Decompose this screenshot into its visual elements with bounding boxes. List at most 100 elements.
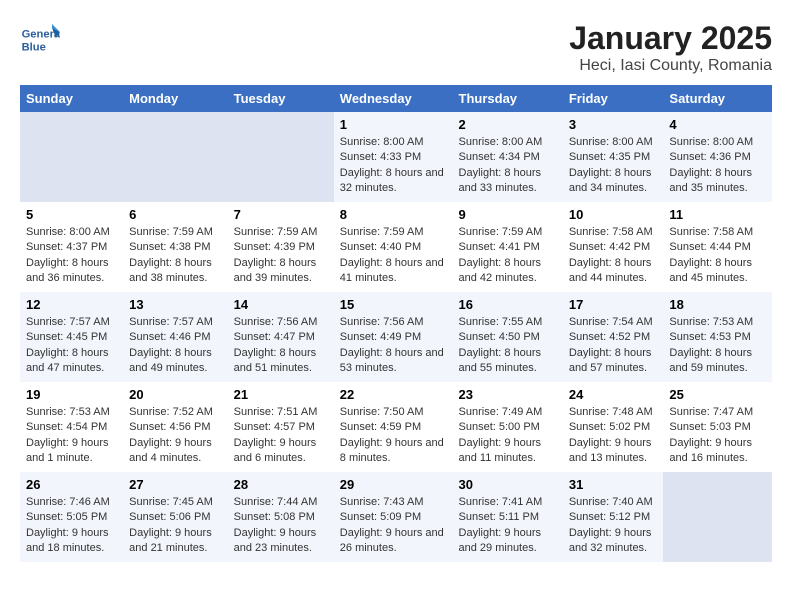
day-number: 23: [459, 387, 557, 402]
day-info: Sunrise: 7:57 AMSunset: 4:46 PMDaylight:…: [129, 315, 221, 377]
day-info: Sunrise: 7:52 AMSunset: 4:56 PMDaylight:…: [129, 405, 221, 467]
page-subtitle: Heci, Iasi County, Romania: [569, 57, 772, 75]
calendar-cell: 16 Sunrise: 7:55 AMSunset: 4:50 PMDayligh…: [453, 292, 563, 382]
calendar-cell: 28Sunrise: 7:44 AMSunset: 5:08 PMDayligh…: [228, 472, 334, 562]
day-info: Sunrise: 7:55 AMSunset: 4:50 PMDaylight:…: [459, 315, 557, 377]
day-info: Sunrise: 7:40 AMSunset: 5:12 PMDaylight:…: [569, 495, 658, 557]
calendar-cell: 22 Sunrise: 7:50 AMSunset: 4:59 PMDayligh…: [334, 382, 453, 472]
day-info: Sunrise: 7:50 AMSunset: 4:59 PMDaylight:…: [340, 405, 447, 467]
day-info: Sunrise: 7:47 AMSunset: 5:03 PMDaylight:…: [669, 405, 766, 467]
day-number: 8: [340, 207, 447, 222]
day-number: 26: [26, 477, 117, 492]
day-number: 27: [129, 477, 221, 492]
day-number: 5: [26, 207, 117, 222]
day-number: 6: [129, 207, 221, 222]
day-number: 31: [569, 477, 658, 492]
day-info: Sunrise: 7:53 AMSunset: 4:54 PMDaylight:…: [26, 405, 117, 467]
calendar-cell: [663, 472, 772, 562]
day-info: Sunrise: 7:59 AMSunset: 4:40 PMDaylight:…: [340, 225, 447, 287]
logo-icon: General Blue: [20, 20, 60, 60]
calendar-cell: 21 Sunrise: 7:51 AMSunset: 4:57 PMDayligh…: [228, 382, 334, 472]
day-info: Sunrise: 7:58 AMSunset: 4:44 PMDaylight:…: [669, 225, 766, 287]
calendar-cell: 11 Sunrise: 7:58 AMSunset: 4:44 PMDayligh…: [663, 202, 772, 292]
calendar-cell: 25 Sunrise: 7:47 AMSunset: 5:03 PMDayligh…: [663, 382, 772, 472]
calendar-cell: 5 Sunrise: 8:00 AMSunset: 4:37 PMDaylight…: [20, 202, 123, 292]
day-info: Sunrise: 8:00 AMSunset: 4:34 PMDaylight:…: [459, 135, 557, 197]
calendar-cell: [123, 112, 227, 202]
calendar-cell: 17Sunrise: 7:54 AMSunset: 4:52 PMDayligh…: [563, 292, 664, 382]
day-info: Sunrise: 7:46 AMSunset: 5:05 PMDaylight:…: [26, 495, 117, 557]
day-number: 25: [669, 387, 766, 402]
day-number: 18: [669, 297, 766, 312]
calendar-cell: 19 Sunrise: 7:53 AMSunset: 4:54 PMDayligh…: [20, 382, 123, 472]
day-number: 28: [234, 477, 328, 492]
calendar-header-row: SundayMondayTuesdayWednesdayThursdayFrid…: [20, 85, 772, 112]
calendar-cell: 24 Sunrise: 7:48 AMSunset: 5:02 PMDayligh…: [563, 382, 664, 472]
day-info: Sunrise: 8:00 AMSunset: 4:37 PMDaylight:…: [26, 225, 117, 287]
day-number: 9: [459, 207, 557, 222]
calendar-cell: 29 Sunrise: 7:43 AMSunset: 5:09 PMDayligh…: [334, 472, 453, 562]
day-number: 19: [26, 387, 117, 402]
day-number: 12: [26, 297, 117, 312]
calendar-cell: 31 Sunrise: 7:40 AMSunset: 5:12 PMDayligh…: [563, 472, 664, 562]
weekday-header: Sunday: [20, 85, 123, 112]
day-number: 22: [340, 387, 447, 402]
calendar-cell: [20, 112, 123, 202]
day-info: Sunrise: 7:51 AMSunset: 4:57 PMDaylight:…: [234, 405, 328, 467]
calendar-week-row: 1Sunrise: 8:00 AMSunset: 4:33 PMDaylight…: [20, 112, 772, 202]
calendar-cell: 9 Sunrise: 7:59 AMSunset: 4:41 PMDaylight…: [453, 202, 563, 292]
day-info: Sunrise: 7:59 AMSunset: 4:41 PMDaylight:…: [459, 225, 557, 287]
day-info: Sunrise: 7:59 AMSunset: 4:38 PMDaylight:…: [129, 225, 221, 287]
calendar-week-row: 12 Sunrise: 7:57 AMSunset: 4:45 PMDayligh…: [20, 292, 772, 382]
logo: General Blue: [20, 20, 64, 60]
calendar-cell: 12 Sunrise: 7:57 AMSunset: 4:45 PMDayligh…: [20, 292, 123, 382]
day-number: 21: [234, 387, 328, 402]
page-header: General Blue January 2025 Heci, Iasi Cou…: [20, 20, 772, 75]
day-info: Sunrise: 7:58 AMSunset: 4:42 PMDaylight:…: [569, 225, 658, 287]
day-number: 10: [569, 207, 658, 222]
calendar-cell: 13 Sunrise: 7:57 AMSunset: 4:46 PMDayligh…: [123, 292, 227, 382]
day-number: 20: [129, 387, 221, 402]
calendar-cell: 6 Sunrise: 7:59 AMSunset: 4:38 PMDaylight…: [123, 202, 227, 292]
day-number: 30: [459, 477, 557, 492]
day-info: Sunrise: 7:56 AMSunset: 4:47 PMDaylight:…: [234, 315, 328, 377]
calendar-cell: 30Sunrise: 7:41 AMSunset: 5:11 PMDayligh…: [453, 472, 563, 562]
calendar-cell: 2 Sunrise: 8:00 AMSunset: 4:34 PMDaylight…: [453, 112, 563, 202]
day-info: Sunrise: 7:57 AMSunset: 4:45 PMDaylight:…: [26, 315, 117, 377]
day-info: Sunrise: 8:00 AMSunset: 4:33 PMDaylight:…: [340, 135, 447, 197]
calendar-cell: 4 Sunrise: 8:00 AMSunset: 4:36 PMDaylight…: [663, 112, 772, 202]
day-info: Sunrise: 8:00 AMSunset: 4:36 PMDaylight:…: [669, 135, 766, 197]
day-info: Sunrise: 7:56 AMSunset: 4:49 PMDaylight:…: [340, 315, 447, 377]
calendar-week-row: 19 Sunrise: 7:53 AMSunset: 4:54 PMDayligh…: [20, 382, 772, 472]
day-info: Sunrise: 8:00 AMSunset: 4:35 PMDaylight:…: [569, 135, 658, 197]
day-info: Sunrise: 7:43 AMSunset: 5:09 PMDaylight:…: [340, 495, 447, 557]
calendar-week-row: 26 Sunrise: 7:46 AMSunset: 5:05 PMDayligh…: [20, 472, 772, 562]
day-number: 13: [129, 297, 221, 312]
calendar-cell: 1Sunrise: 8:00 AMSunset: 4:33 PMDaylight…: [334, 112, 453, 202]
day-number: 4: [669, 117, 766, 132]
day-number: 11: [669, 207, 766, 222]
day-number: 16: [459, 297, 557, 312]
weekday-header: Saturday: [663, 85, 772, 112]
calendar-cell: 7Sunrise: 7:59 AMSunset: 4:39 PMDaylight…: [228, 202, 334, 292]
page-title: January 2025: [569, 20, 772, 57]
weekday-header: Friday: [563, 85, 664, 112]
calendar-cell: [228, 112, 334, 202]
day-info: Sunrise: 7:45 AMSunset: 5:06 PMDaylight:…: [129, 495, 221, 557]
weekday-header: Tuesday: [228, 85, 334, 112]
day-info: Sunrise: 7:49 AMSunset: 5:00 PMDaylight:…: [459, 405, 557, 467]
weekday-header: Thursday: [453, 85, 563, 112]
day-info: Sunrise: 7:48 AMSunset: 5:02 PMDaylight:…: [569, 405, 658, 467]
calendar-cell: 15Sunrise: 7:56 AMSunset: 4:49 PMDayligh…: [334, 292, 453, 382]
day-number: 2: [459, 117, 557, 132]
calendar-cell: 3Sunrise: 8:00 AMSunset: 4:35 PMDaylight…: [563, 112, 664, 202]
day-number: 29: [340, 477, 447, 492]
calendar-table: SundayMondayTuesdayWednesdayThursdayFrid…: [20, 85, 772, 562]
day-number: 24: [569, 387, 658, 402]
weekday-header: Monday: [123, 85, 227, 112]
title-block: January 2025 Heci, Iasi County, Romania: [569, 20, 772, 75]
day-number: 7: [234, 207, 328, 222]
calendar-cell: 18Sunrise: 7:53 AMSunset: 4:53 PMDayligh…: [663, 292, 772, 382]
weekday-header: Wednesday: [334, 85, 453, 112]
calendar-week-row: 5 Sunrise: 8:00 AMSunset: 4:37 PMDaylight…: [20, 202, 772, 292]
